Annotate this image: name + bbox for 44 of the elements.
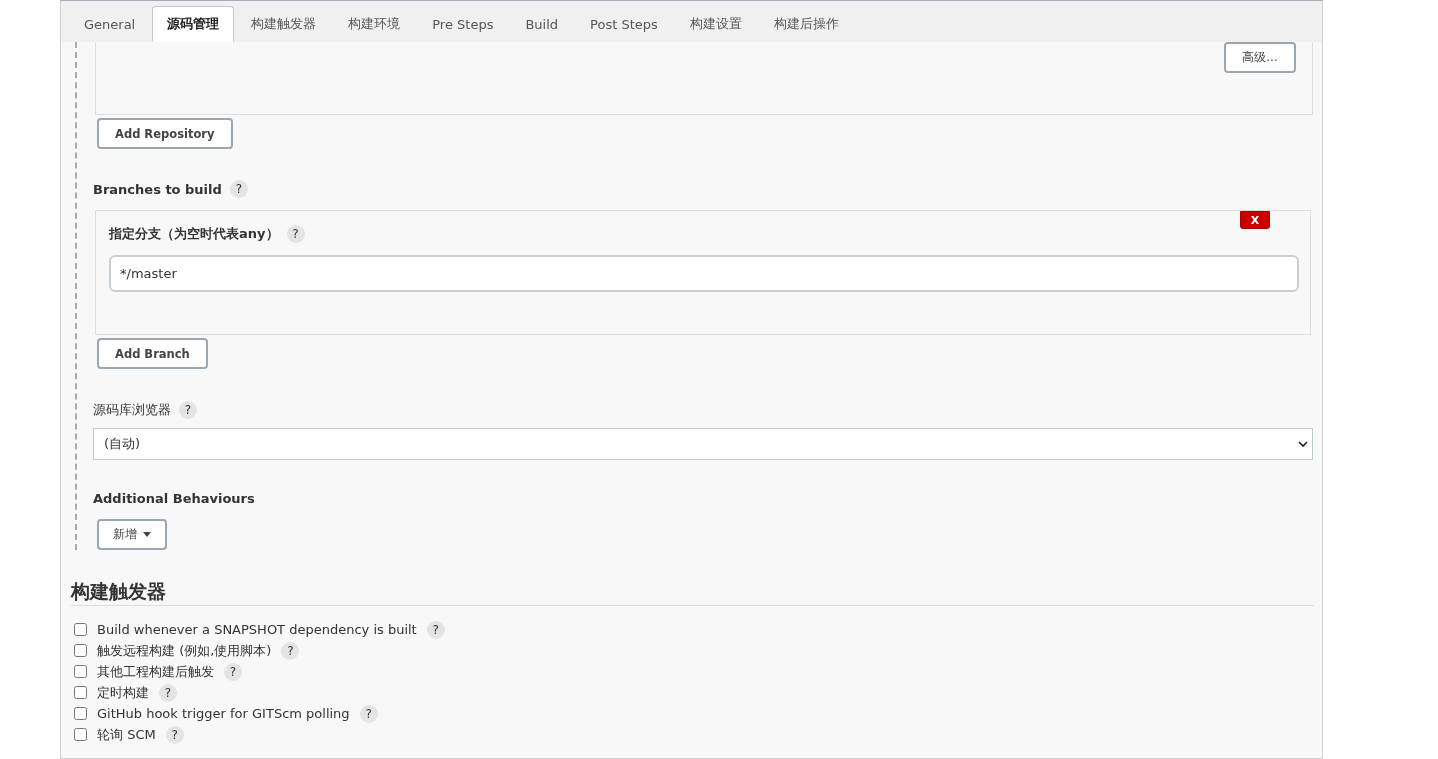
help-icon[interactable]: ? xyxy=(359,704,378,723)
checkbox-label: Build whenever a SNAPSHOT dependency is built xyxy=(97,622,417,637)
help-icon[interactable]: ? xyxy=(286,225,305,243)
help-icon[interactable]: ? xyxy=(426,620,445,639)
help-icon[interactable]: ? xyxy=(179,401,197,419)
tab[interactable]: 构建环境 xyxy=(333,6,416,42)
delete-button[interactable]: X xyxy=(1240,211,1270,229)
checkbox-label: 轮询 SCM xyxy=(97,725,156,744)
browser-select[interactable]: (自动) xyxy=(93,428,1313,460)
checkbox-label: 触发远程构建 (例如,使用脚本) xyxy=(97,641,272,660)
checkbox[interactable] xyxy=(74,707,87,720)
help-icon[interactable]: ? xyxy=(165,725,184,744)
field-label: 源码库浏览器 xyxy=(93,401,171,419)
add-repository-button[interactable]: Add Repository xyxy=(97,118,233,149)
add-branch-button[interactable]: Add Branch xyxy=(97,338,208,369)
section-label: Additional Behaviours xyxy=(93,491,255,506)
help-icon[interactable]: ? xyxy=(229,180,248,198)
help-icon[interactable]: ? xyxy=(224,662,242,681)
section-label: Branches to build xyxy=(93,181,222,197)
checkbox-label: GitHub hook trigger for GITScm polling xyxy=(97,706,350,721)
tab[interactable]: Pre Steps xyxy=(417,6,509,42)
tab[interactable]: Post Steps xyxy=(575,6,673,42)
tab[interactable]: 构建触发器 xyxy=(236,6,332,42)
advanced-button[interactable]: 高级... xyxy=(1224,42,1296,73)
help-icon[interactable]: ? xyxy=(281,641,300,660)
checkbox-label: 其他工程构建后触发 xyxy=(97,662,214,681)
checkbox-label: 定时构建 xyxy=(97,683,149,702)
tab[interactable]: Build xyxy=(510,6,574,42)
branch-input-field[interactable]: */master xyxy=(109,255,1299,292)
tab[interactable]: 源码管理 xyxy=(152,6,235,42)
checkbox[interactable] xyxy=(74,644,87,657)
checkbox[interactable] xyxy=(74,623,87,636)
section-heading: 构建触发器 xyxy=(71,550,1314,606)
chevron-down-icon xyxy=(1298,440,1308,448)
add-dropdown-button[interactable]: 新增 xyxy=(97,519,167,550)
checkbox[interactable] xyxy=(74,665,87,678)
checkbox[interactable] xyxy=(74,728,87,741)
field-label: 指定分支（为空时代表any） xyxy=(109,225,279,243)
tab[interactable]: General xyxy=(69,6,151,42)
tab[interactable]: 构建后操作 xyxy=(758,6,854,42)
caret-icon xyxy=(142,532,151,537)
tab[interactable]: 构建设置 xyxy=(674,6,757,42)
help-icon[interactable]: ? xyxy=(159,683,177,702)
checkbox[interactable] xyxy=(74,686,87,699)
